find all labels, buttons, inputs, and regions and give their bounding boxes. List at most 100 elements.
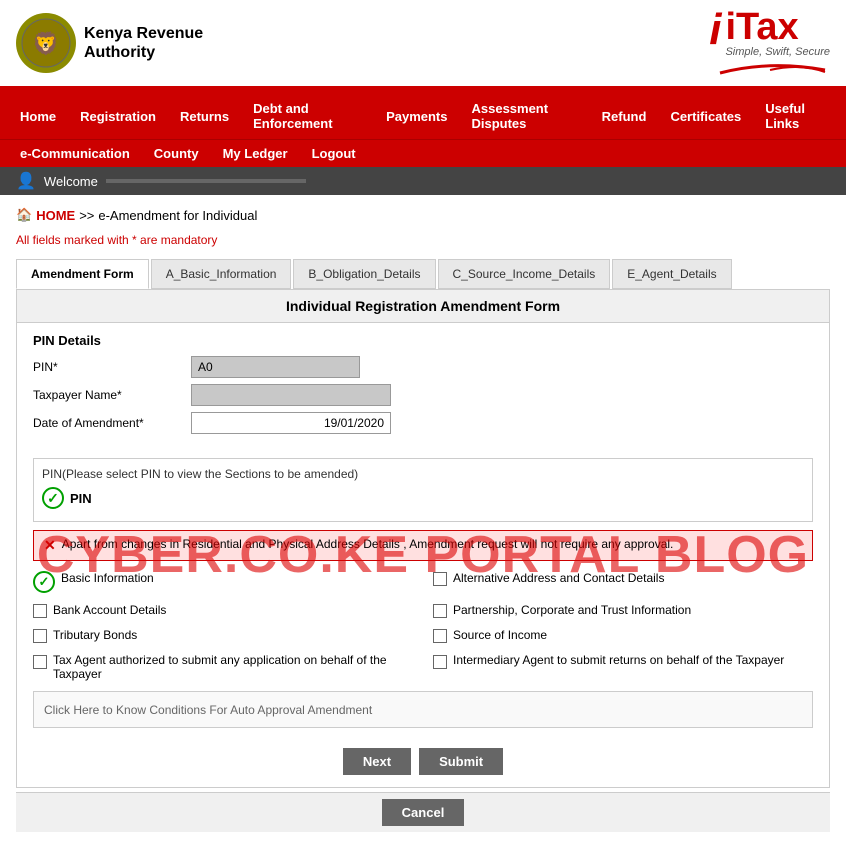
auto-approval-text: Click Here to Know Conditions For Auto A… [44,703,372,717]
tab-amendment-form[interactable]: Amendment Form [16,259,149,289]
date-label: Date of Amendment* [33,416,183,430]
auto-approval[interactable]: Click Here to Know Conditions For Auto A… [33,691,813,728]
nav-primary: Home Registration Returns Debt and Enfor… [0,93,846,139]
pin-checkbox-circle[interactable]: ✓ [42,487,64,509]
next-button[interactable]: Next [343,748,411,775]
submit-button[interactable]: Submit [419,748,503,775]
breadcrumb-separator: >> [79,208,94,223]
form-body: CYBER.CO.KE PORTAL BLOG PIN Details PIN*… [17,323,829,787]
info-message: ✕ Apart from changes in Residential and … [33,530,813,561]
tax-agent-label: Tax Agent authorized to submit any appli… [53,653,413,681]
date-row: Date of Amendment* [33,412,813,434]
partnership-checkbox[interactable] [433,604,447,618]
itax-brand: iTax [725,8,830,46]
alt-address-checkbox[interactable] [433,572,447,586]
pin-input[interactable] [191,356,360,378]
nav-refund[interactable]: Refund [590,101,659,132]
tributary-label: Tributary Bonds [53,628,137,642]
breadcrumb-current: e-Amendment for Individual [98,208,257,223]
checkboxes-section: ✓ Basic Information Alternative Address … [33,569,813,683]
tab-agent[interactable]: E_Agent_Details [612,259,731,289]
nav-county[interactable]: County [142,140,211,167]
kra-lion-icon: 🦁 [16,13,76,73]
tab-source-income[interactable]: C_Source_Income_Details [438,259,611,289]
form-area: Individual Registration Amendment Form C… [16,289,830,788]
pin-selection-title: PIN(Please select PIN to view the Sectio… [42,467,804,481]
bank-checkbox[interactable] [33,604,47,618]
welcome-bar: 👤 Welcome [0,167,846,195]
nav-home[interactable]: Home [8,101,68,132]
pin-label: PIN* [33,360,183,374]
intermediary-checkbox[interactable] [433,655,447,669]
buttons-row: Next Submit [17,736,829,787]
pin-checkbox-row: ✓ PIN [42,487,804,509]
kra-logo: 🦁 Kenya Revenue Authority [16,13,203,73]
itax-tagline: Simple, Swift, Secure [725,46,830,58]
intermediary-label: Intermediary Agent to submit returns on … [453,653,784,667]
source-checkbox[interactable] [433,629,447,643]
nav-certificates[interactable]: Certificates [658,101,753,132]
form-title: Individual Registration Amendment Form [17,290,829,323]
itax-logo: i iTax Simple, Swift, Secure [709,8,830,78]
cancel-row: Cancel [16,792,830,832]
taxpayer-row: Taxpayer Name* [33,384,813,406]
alt-address-label: Alternative Address and Contact Details [453,571,664,585]
nav-myledger[interactable]: My Ledger [211,140,300,167]
bank-label: Bank Account Details [53,603,166,617]
basic-info-label: Basic Information [61,571,154,585]
nav-assessment[interactable]: Assessment Disputes [459,93,589,139]
info-message-text: Apart from changes in Residential and Ph… [62,537,674,551]
nav-ecommunication[interactable]: e-Communication [8,140,142,167]
user-icon: 👤 [16,171,36,191]
nav-returns[interactable]: Returns [168,101,241,132]
pin-details-title: PIN Details [33,333,813,348]
cancel-button[interactable]: Cancel [382,799,465,826]
tax-agent-checkbox[interactable] [33,655,47,669]
partnership-label: Partnership, Corporate and Trust Informa… [453,603,691,617]
checkbox-partnership: Partnership, Corporate and Trust Informa… [433,601,813,620]
header: 🦁 Kenya Revenue Authority i iTax Simple,… [0,0,846,89]
itax-swoosh [710,58,830,78]
pin-row: PIN* [33,356,813,378]
checkbox-intermediary: Intermediary Agent to submit returns on … [433,651,813,683]
taxpayer-input[interactable] [191,384,391,406]
main-content: 🏠 HOME >> e-Amendment for Individual All… [0,195,846,844]
nav-logout[interactable]: Logout [300,140,368,167]
checkbox-grid: ✓ Basic Information Alternative Address … [33,569,813,683]
tabs-container: Amendment Form A_Basic_Information B_Obl… [16,259,830,289]
basic-info-circle[interactable]: ✓ [33,571,55,593]
date-input[interactable] [191,412,391,434]
pin-details-section: PIN Details PIN* Taxpayer Name* Date of … [17,323,829,450]
welcome-username [106,179,306,183]
itax-i: i [709,8,721,52]
nav-registration[interactable]: Registration [68,101,168,132]
info-x-icon: ✕ [44,537,56,554]
kra-name-line1: Kenya Revenue [84,24,203,43]
checkbox-basic-info: ✓ Basic Information [33,569,413,595]
svg-text:🦁: 🦁 [32,31,59,56]
welcome-label: Welcome [44,174,98,189]
basic-info-check-icon: ✓ [39,574,50,590]
taxpayer-label: Taxpayer Name* [33,388,183,402]
pin-checkbox-label: PIN [70,491,92,506]
tributary-checkbox[interactable] [33,629,47,643]
nav-useful[interactable]: Useful Links [753,93,838,139]
source-label: Source of Income [453,628,547,642]
tab-obligation[interactable]: B_Obligation_Details [293,259,435,289]
kra-text: Kenya Revenue Authority [84,24,203,62]
breadcrumb-home[interactable]: HOME [36,208,75,223]
checkbox-alt-address: Alternative Address and Contact Details [433,569,813,595]
checkbox-tributary: Tributary Bonds [33,626,413,645]
pin-check-icon: ✓ [47,490,59,507]
home-icon: 🏠 [16,207,32,223]
checkbox-source: Source of Income [433,626,813,645]
checkbox-bank: Bank Account Details [33,601,413,620]
mandatory-note: All fields marked with * are mandatory [16,233,830,247]
kra-name-line2: Authority [84,43,203,62]
checkbox-tax-agent: Tax Agent authorized to submit any appli… [33,651,413,683]
tab-basic-info[interactable]: A_Basic_Information [151,259,292,289]
nav-secondary: e-Communication County My Ledger Logout [0,139,846,167]
nav-payments[interactable]: Payments [374,101,459,132]
nav-debt[interactable]: Debt and Enforcement [241,93,374,139]
breadcrumb: 🏠 HOME >> e-Amendment for Individual [16,207,830,223]
